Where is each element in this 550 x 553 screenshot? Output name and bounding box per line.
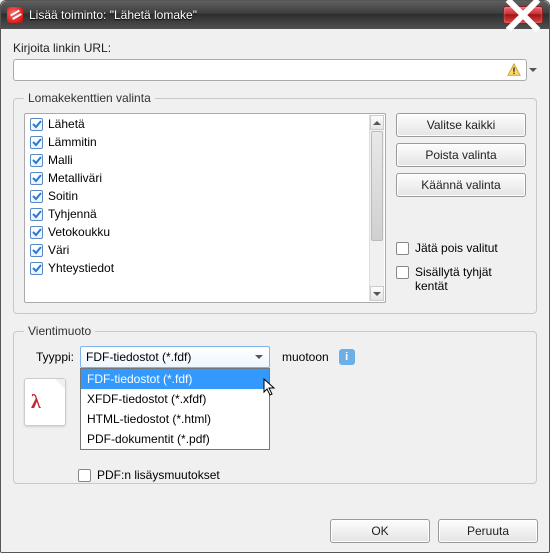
dropdown-option[interactable]: HTML-tiedostot (*.html) (81, 409, 269, 429)
field-checkbox[interactable] (30, 226, 43, 239)
type-combobox[interactable]: FDF-tiedostot (*.fdf) FDF-tiedostot (*.f… (80, 346, 270, 368)
field-checkbox[interactable] (30, 172, 43, 185)
field-label: Metalliväri (48, 171, 102, 185)
form-fields-legend: Lomakekenttien valinta (24, 91, 155, 105)
field-label: Väri (48, 243, 69, 257)
pdf-changes-label: PDF:n lisäysmuutokset (97, 468, 220, 482)
scroll-down-button[interactable] (370, 286, 384, 301)
include-empty-checkbox[interactable] (396, 266, 409, 279)
close-button[interactable] (503, 6, 543, 24)
chevron-down-icon (251, 349, 267, 365)
url-input[interactable] (13, 59, 527, 81)
dropdown-option[interactable]: FDF-tiedostot (*.fdf) (81, 369, 269, 389)
window-title: Lisää toiminto: "Lähetä lomake" (29, 8, 503, 22)
form-fields-group: Lomakekenttien valinta Lähetä Lämmitin Mal… (13, 91, 537, 314)
dialog-window: Lisää toiminto: "Lähetä lomake" Kirjoita… (0, 0, 550, 553)
field-checkbox[interactable] (30, 208, 43, 221)
dropdown-option[interactable]: PDF-dokumentit (*.pdf) (81, 429, 269, 449)
field-label: Soitin (48, 189, 78, 203)
field-item[interactable]: Väri (26, 241, 369, 259)
field-item[interactable]: Malli (26, 151, 369, 169)
export-legend: Vientimuoto (24, 324, 95, 338)
select-all-button[interactable]: Valitse kaikki (396, 113, 526, 137)
type-label: Tyyppi: (24, 350, 74, 364)
field-item[interactable]: Lähetä (26, 115, 369, 133)
field-item[interactable]: Yhteystiedot (26, 259, 369, 277)
field-label: Lähetä (48, 117, 85, 131)
type-dropdown-list: FDF-tiedostot (*.fdf)XFDF-tiedostot (*.x… (80, 368, 270, 450)
include-empty-row[interactable]: Sisällytä tyhjät kentät (396, 265, 526, 293)
field-checkbox[interactable] (30, 154, 43, 167)
url-dropdown-icon[interactable] (529, 68, 537, 72)
pdf-file-icon: λ (24, 378, 66, 426)
ok-button[interactable]: OK (330, 519, 430, 543)
field-checkbox[interactable] (30, 136, 43, 149)
field-item[interactable]: Tyhjennä (26, 205, 369, 223)
field-label: Tyhjennä (48, 207, 97, 221)
include-empty-label: Sisällytä tyhjät kentät (415, 265, 526, 293)
pdf-changes-row[interactable]: PDF:n lisäysmuutokset (78, 468, 526, 482)
exclude-selected-row[interactable]: Jätä pois valitut (396, 241, 526, 255)
field-label: Malli (48, 153, 73, 167)
url-label: Kirjoita linkin URL: (13, 41, 537, 55)
field-label: Lämmitin (48, 135, 97, 149)
fields-listbox[interactable]: Lähetä Lämmitin Malli Metalliväri Soitin Tyhj… (24, 113, 386, 303)
field-checkbox[interactable] (30, 190, 43, 203)
scrollbar[interactable] (369, 115, 384, 301)
field-item[interactable]: Vetokoukku (26, 223, 369, 241)
info-icon[interactable]: i (339, 349, 355, 365)
scroll-thumb[interactable] (371, 131, 383, 241)
mouse-cursor (263, 378, 279, 398)
field-item[interactable]: Metalliväri (26, 169, 369, 187)
titlebar: Lisää toiminto: "Lähetä lomake" (1, 1, 549, 29)
cancel-button[interactable]: Peruuta (438, 519, 538, 543)
pdf-changes-checkbox[interactable] (78, 469, 91, 482)
app-icon (7, 7, 23, 23)
exclude-checkbox[interactable] (396, 242, 409, 255)
scroll-up-button[interactable] (370, 115, 384, 130)
export-format-group: Vientimuoto Tyyppi: FDF-tiedostot (*.fdf… (13, 324, 537, 484)
invert-button[interactable]: Käännä valinta (396, 173, 526, 197)
field-item[interactable]: Soitin (26, 187, 369, 205)
deselect-button[interactable]: Poista valinta (396, 143, 526, 167)
type-selected-value: FDF-tiedostot (*.fdf) (86, 350, 191, 364)
field-checkbox[interactable] (30, 262, 43, 275)
export-note: muotoon (282, 350, 329, 364)
field-item[interactable]: Lämmitin (26, 133, 369, 151)
field-checkbox[interactable] (30, 118, 43, 131)
field-label: Vetokoukku (48, 225, 110, 239)
field-label: Yhteystiedot (48, 261, 114, 275)
warning-icon (505, 61, 523, 79)
dropdown-option[interactable]: XFDF-tiedostot (*.xfdf) (81, 389, 269, 409)
field-checkbox[interactable] (30, 244, 43, 257)
exclude-label: Jätä pois valitut (415, 241, 498, 255)
